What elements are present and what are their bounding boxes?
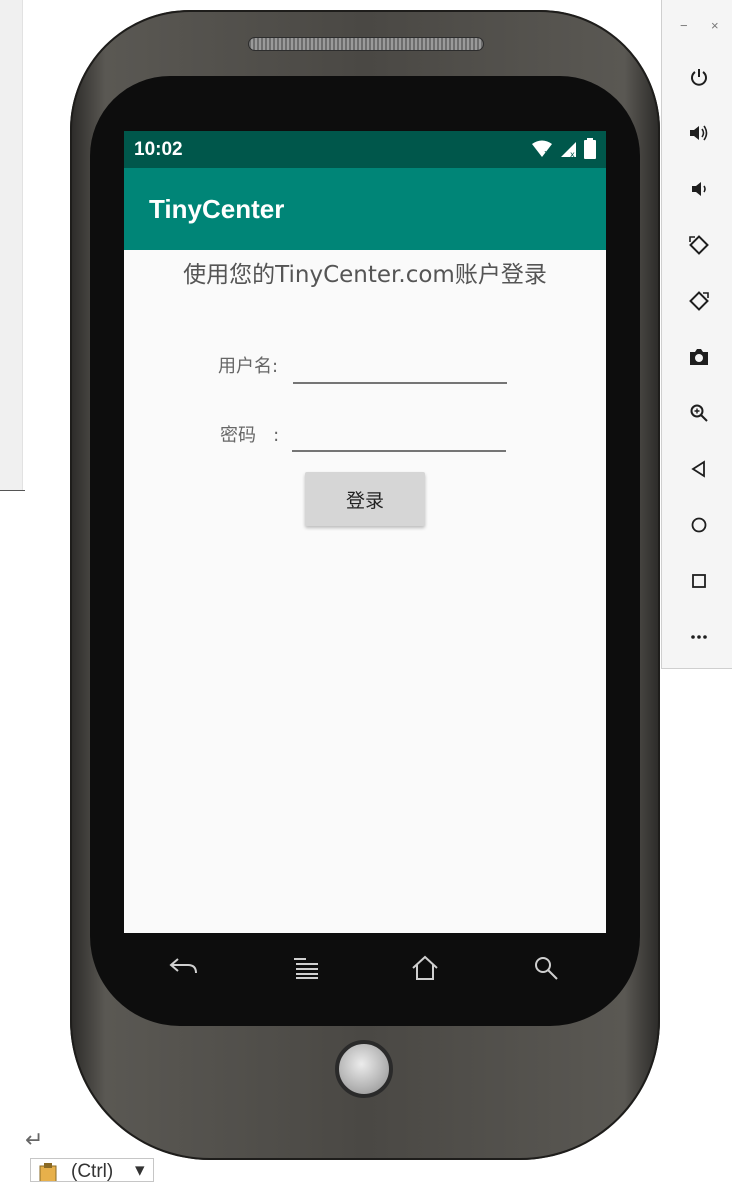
clipboard-icon — [39, 1163, 57, 1181]
menu-key[interactable] — [286, 950, 326, 986]
power-button[interactable] — [686, 64, 712, 90]
paragraph-return-icon: ↵ — [25, 1128, 44, 1153]
rotate-left-icon — [689, 235, 709, 255]
svg-text:x: x — [570, 150, 575, 158]
status-time: 10:02 — [134, 139, 183, 160]
paste-chip-label: (Ctrl) — [71, 1161, 114, 1182]
search-key[interactable] — [526, 950, 566, 986]
status-icons: x x — [530, 138, 596, 159]
svg-text:x: x — [544, 149, 550, 158]
volume-down-button[interactable] — [686, 176, 712, 202]
volume-down-icon — [692, 182, 706, 196]
password-input[interactable] — [292, 420, 506, 452]
signal-icon: x — [561, 141, 576, 158]
username-input[interactable] — [293, 352, 507, 384]
menu-icon — [294, 958, 318, 979]
volume-up-button[interactable] — [686, 120, 712, 146]
background-panel — [0, 0, 23, 490]
rotate-right-icon — [689, 291, 709, 311]
trackball-button[interactable] — [335, 1040, 393, 1098]
zoom-button[interactable] — [686, 400, 712, 426]
rotate-right-button[interactable] — [686, 288, 712, 314]
wifi-icon: x — [532, 140, 552, 158]
close-button[interactable]: × — [711, 18, 719, 33]
camera-icon — [690, 349, 708, 365]
emulator-toolbar: − × — [661, 0, 732, 669]
volume-up-icon — [690, 125, 708, 141]
paste-options-chip[interactable]: (Ctrl) ▾ — [30, 1158, 154, 1182]
zoom-icon — [690, 404, 708, 422]
minimize-button[interactable]: − — [680, 18, 688, 33]
overview-button[interactable] — [686, 568, 712, 594]
dropdown-arrow-icon: ▾ — [135, 1160, 145, 1181]
back-button[interactable] — [686, 456, 712, 482]
device-screen: 10:02 x x TinyCenter 使用您的TinyCenter.com账… — [124, 131, 606, 933]
home-icon — [691, 517, 707, 533]
search-icon — [535, 957, 558, 980]
power-icon — [691, 69, 707, 86]
back-icon — [691, 460, 705, 478]
home-icon — [412, 955, 438, 980]
login-heading: 使用您的TinyCenter.com账户登录 — [183, 262, 547, 288]
battery-icon — [584, 138, 596, 159]
screenshot-button[interactable] — [686, 344, 712, 370]
rotate-left-button[interactable] — [686, 232, 712, 258]
more-icon — [691, 635, 707, 639]
home-button[interactable] — [686, 512, 712, 538]
home-key[interactable] — [405, 950, 445, 986]
overview-icon — [692, 574, 706, 588]
app-title: TinyCenter — [149, 194, 285, 224]
back-key[interactable] — [163, 950, 203, 986]
app-bar: TinyCenter — [124, 168, 606, 250]
login-button[interactable]: 登录 — [305, 472, 425, 526]
status-bar: 10:02 x x — [124, 131, 606, 168]
more-button[interactable] — [686, 624, 712, 650]
back-icon — [169, 958, 197, 974]
navigation-bar — [124, 940, 606, 995]
divider — [0, 490, 25, 491]
password-label: 密码 : — [220, 425, 280, 446]
username-label: 用户名: — [218, 356, 279, 377]
earpiece-speaker — [248, 37, 484, 51]
